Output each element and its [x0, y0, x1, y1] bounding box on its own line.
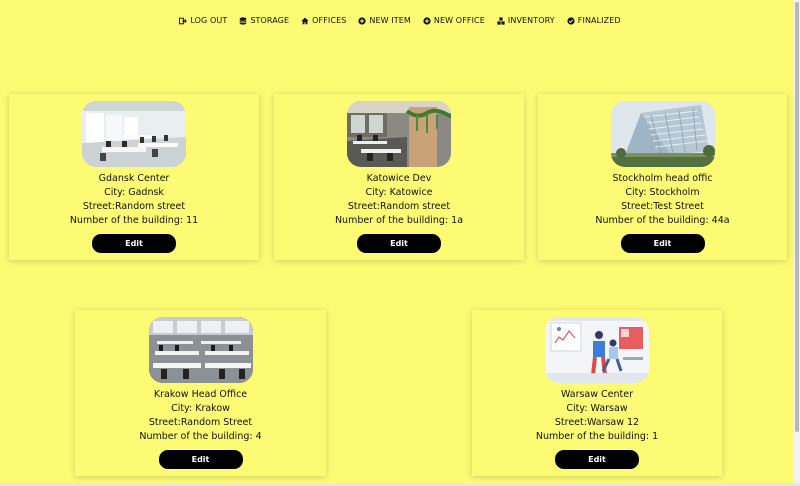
scrollbar-thumb[interactable] — [795, 2, 799, 432]
office-city: City: Warsaw — [566, 403, 628, 414]
nav-inventory-label: INVENTORY — [507, 16, 555, 25]
nav-new-item-label: NEW ITEM — [369, 16, 411, 25]
office-street: Street:Warsaw 12 — [554, 417, 640, 428]
office-interior-photo — [148, 317, 253, 383]
nav-finalized[interactable]: FINALIZED — [567, 16, 621, 25]
glass-building-photo — [610, 101, 715, 167]
nav-new-office-label: NEW OFFICE — [433, 16, 485, 25]
nav-storage[interactable]: STORAGE — [239, 16, 289, 25]
office-city: City: Stockholm — [625, 187, 700, 198]
office-name: Krakow Head Office — [153, 389, 248, 400]
office-card-warsaw: Warsaw Center City: Warsaw Street:Warsaw… — [472, 310, 722, 476]
office-name: Gdansk Center — [98, 173, 170, 184]
top-navigation: LOG OUT STORAGE OFFICES NEW ITEM NEW OFF… — [0, 16, 800, 25]
nav-finalized-label: FINALIZED — [577, 16, 621, 25]
office-city: City: Gadnsk — [104, 187, 164, 198]
plus-circle-icon — [423, 16, 431, 25]
office-interior-photo — [347, 101, 451, 167]
edit-button[interactable]: Edit — [555, 450, 639, 469]
office-name: Katowice Dev — [366, 173, 432, 184]
office-card-krakow: Krakow Head Office City: Krakow Street:R… — [75, 310, 326, 476]
nav-inventory[interactable]: INVENTORY — [497, 16, 555, 25]
nav-offices-label: OFFICES — [312, 16, 347, 25]
nav-log-out-label: LOG OUT — [190, 16, 228, 25]
office-name: Warsaw Center — [560, 389, 634, 400]
nav-storage-label: STORAGE — [250, 16, 290, 25]
office-card-gdansk: Gdansk Center City: Gadnsk Street:Random… — [9, 94, 259, 260]
office-building-number: Number of the building: 11 — [69, 215, 199, 226]
edit-button[interactable]: Edit — [620, 234, 705, 253]
office-building-number: Number of the building: 4 — [139, 431, 262, 442]
plus-circle-icon — [358, 16, 367, 25]
office-building-number: Number of the building: 1a — [334, 215, 464, 226]
office-building-number: Number of the building: 44a — [595, 215, 730, 226]
vertical-scrollbar[interactable] — [794, 0, 800, 486]
office-street: Street:Random street — [347, 201, 451, 212]
nav-new-item[interactable]: NEW ITEM — [358, 16, 411, 25]
office-name: Stockholm head offic — [612, 173, 713, 184]
nav-offices[interactable]: OFFICES — [301, 16, 346, 25]
logout-icon — [179, 17, 188, 24]
office-city: City: Katowice — [365, 187, 433, 198]
home-icon — [301, 17, 309, 24]
office-card-stockholm: Stockholm head offic City: Stockholm Str… — [538, 94, 787, 260]
edit-button[interactable]: Edit — [158, 450, 243, 469]
office-interior-photo — [82, 101, 186, 167]
office-street: Street:Random Street — [148, 417, 253, 428]
edit-button[interactable]: Edit — [92, 234, 176, 253]
office-card-katowice: Katowice Dev City: Katowice Street:Rando… — [274, 94, 524, 260]
office-illustration — [545, 317, 649, 383]
office-city: City: Krakow — [171, 403, 230, 414]
nav-log-out[interactable]: LOG OUT — [179, 16, 227, 25]
office-building-number: Number of the building: 1 — [535, 431, 659, 442]
database-icon — [240, 16, 247, 25]
office-street: Street:Test Street — [621, 201, 704, 212]
office-street: Street:Random street — [82, 201, 186, 212]
check-circle-icon — [567, 16, 575, 25]
nav-new-office[interactable]: NEW OFFICE — [423, 16, 485, 25]
cubes-icon — [497, 16, 505, 25]
edit-button[interactable]: Edit — [357, 234, 441, 253]
